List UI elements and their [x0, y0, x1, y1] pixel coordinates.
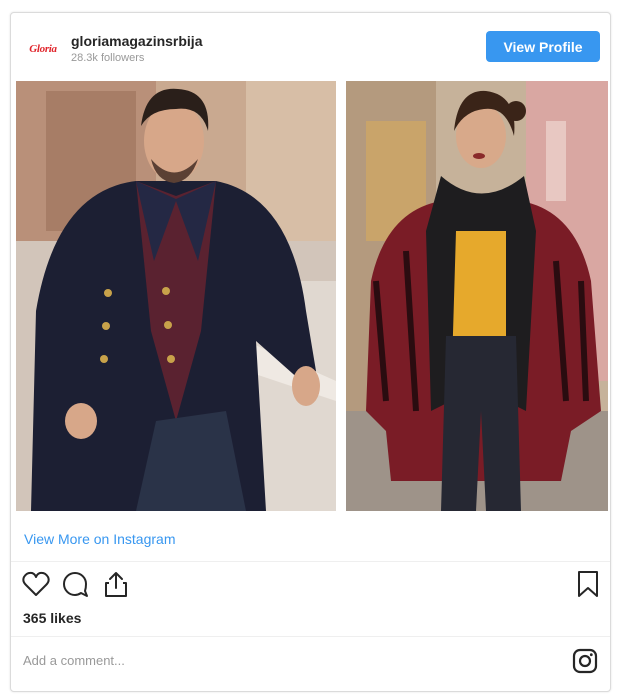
username[interactable]: gloriamagazinsrbija — [71, 33, 202, 50]
post-header: Gloria gloriamagazinsrbija 28.3k followe… — [11, 13, 610, 81]
comment-icon[interactable] — [61, 569, 91, 599]
avatar-logo-text: Gloria — [29, 43, 57, 55]
view-more-link[interactable]: View More on Instagram — [24, 531, 175, 547]
avatar[interactable]: Gloria — [29, 35, 57, 63]
instagram-icon[interactable] — [572, 648, 598, 674]
photo-woman-in-yellow-top[interactable] — [346, 81, 608, 511]
post-photos[interactable] — [16, 81, 608, 511]
view-profile-button[interactable]: View Profile — [486, 31, 600, 62]
photo-man-in-navy-coat[interactable] — [16, 81, 336, 511]
add-comment-input[interactable]: Add a comment... — [23, 653, 125, 668]
follower-count: 28.3k followers — [71, 52, 145, 64]
action-bar — [11, 569, 610, 609]
instagram-embed-card: Gloria gloriamagazinsrbija 28.3k followe… — [10, 12, 611, 692]
divider — [11, 561, 610, 562]
account-info: gloriamagazinsrbija 28.3k followers — [71, 33, 202, 65]
heart-icon[interactable] — [21, 569, 51, 599]
like-count[interactable]: 365 likes — [23, 610, 81, 626]
share-icon[interactable] — [101, 569, 131, 599]
divider — [11, 636, 610, 637]
bookmark-icon[interactable] — [573, 569, 603, 599]
